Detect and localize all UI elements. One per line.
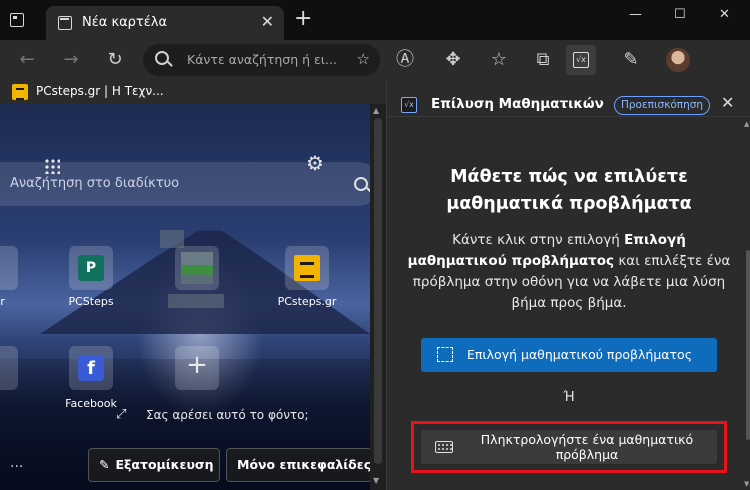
quick-link-tile[interactable]: [175, 246, 219, 290]
scroll-up-icon[interactable]: ▲: [373, 106, 379, 115]
scroll-thumb[interactable]: [374, 118, 382, 464]
selection-icon: [437, 347, 453, 362]
headings-only-label: Μόνο επικεφαλίδες: [237, 457, 372, 472]
pane-divider: [387, 116, 750, 117]
extensions-icon[interactable]: ✥: [440, 48, 466, 72]
facebook-icon: f: [78, 355, 104, 381]
web-capture-icon[interactable]: ✎: [618, 48, 644, 72]
address-input[interactable]: Κάντε αναζήτηση ή ει...: [187, 52, 347, 67]
preview-badge: Προεπισκόπηση: [614, 96, 711, 115]
quick-link-tile[interactable]: [0, 246, 18, 290]
search-icon: [155, 51, 169, 65]
pane-scroll-thumb[interactable]: [746, 250, 750, 440]
web-search-box[interactable]: Αναζήτηση στο διαδίκτυο: [0, 162, 380, 206]
new-tab-button[interactable]: +: [294, 8, 312, 30]
tab-title: Νέα καρτέλα: [82, 15, 168, 30]
pcsteps-logo-icon: [12, 84, 28, 100]
minimize-button[interactable]: —: [629, 7, 642, 22]
instructions-text-1: Κάντε κλικ στην επιλογή: [452, 232, 625, 248]
quick-link-label: PCSteps: [68, 295, 114, 308]
quick-link-label: PCsteps.gr: [277, 295, 337, 308]
toolbar: ← → ↻ Κάντε αναζήτηση ή ει... ☆ Ⓐ ✥ ☆ ⧉ …: [0, 40, 750, 80]
close-pane-button[interactable]: ✕: [721, 93, 734, 112]
math-solver-icon: √x: [401, 97, 417, 113]
quick-link-pcsteps-gr[interactable]: [285, 246, 329, 290]
scroll-up-icon[interactable]: ▲: [744, 120, 749, 128]
address-bar[interactable]: Κάντε αναζήτηση ή ει... ☆: [143, 44, 380, 76]
add-favorite-icon[interactable]: ☆: [357, 50, 370, 68]
pane-scrollbar[interactable]: ▲ ▼: [744, 120, 750, 490]
site-favicon: [181, 252, 213, 284]
close-window-button[interactable]: ✕: [719, 7, 730, 22]
headings-only-button[interactable]: Μόνο επικεφαλίδες: [226, 448, 372, 482]
pane-instructions: Κάντε κλικ στην επιλογή Επιλογή μαθηματι…: [403, 230, 735, 314]
customize-label: Εξατομίκευση: [115, 457, 214, 472]
plus-icon: +: [186, 350, 208, 380]
background-prompt-text: Σας αρέσει αυτό το φόντο;: [146, 408, 309, 422]
read-aloud-icon[interactable]: Ⓐ: [392, 48, 418, 72]
favorite-label: PCsteps.gr | Η Τεχν...: [36, 84, 164, 98]
math-solver-toolbar-button[interactable]: √x: [566, 45, 596, 75]
window-menu-icon[interactable]: [10, 13, 24, 27]
quick-link-label: gr: [0, 295, 5, 308]
tab-strip: Νέα καρτέλα ✕ + — ☐ ✕: [0, 0, 750, 40]
favorites-icon[interactable]: ☆: [486, 48, 512, 72]
pencil-icon: ✎: [99, 457, 110, 472]
web-search-input[interactable]: Αναζήτηση στο διαδίκτυο: [10, 176, 179, 191]
scroll-down-icon[interactable]: ▼: [744, 480, 749, 488]
background-prompt[interactable]: ⤢ Σας αρέσει αυτό το φόντο;: [116, 407, 309, 422]
refresh-button[interactable]: ↻: [102, 48, 128, 72]
new-tab-page: ⚙ Αναζήτηση στο διαδίκτυο gr P PCSteps P…: [0, 104, 386, 490]
search-icon[interactable]: [354, 177, 368, 191]
math-solver-icon: √x: [573, 52, 589, 68]
page-scrollbar[interactable]: ▲ ▼: [370, 104, 386, 490]
blurred-label: [168, 294, 224, 308]
back-button[interactable]: ←: [14, 48, 40, 72]
new-tab-page-icon: [58, 16, 72, 30]
pcsteps-logo-icon: [294, 255, 320, 281]
quick-link-pcsteps[interactable]: P: [69, 246, 113, 290]
or-separator: Ή: [563, 390, 575, 405]
profile-avatar[interactable]: [666, 48, 690, 72]
pane-title: Επίλυση Μαθηματικών: [431, 96, 604, 112]
add-quick-link-button[interactable]: +: [175, 346, 219, 390]
math-solver-pane: √x Επίλυση Μαθηματικών Προεπισκόπηση ✕ Μ…: [386, 80, 750, 490]
select-math-problem-button[interactable]: Επιλογή μαθηματικού προβλήματος: [421, 338, 717, 372]
collections-icon[interactable]: ⧉: [530, 48, 556, 72]
highlight-box: [411, 421, 727, 473]
pcsteps-p-icon: P: [78, 255, 104, 281]
pane-heading: Μάθετε πώς να επιλύετε μαθηματικά προβλή…: [446, 167, 692, 214]
quick-link-facebook[interactable]: f: [69, 346, 113, 390]
forward-button[interactable]: →: [58, 48, 84, 72]
scroll-down-icon[interactable]: ▼: [373, 476, 379, 485]
tab-close-button[interactable]: ✕: [261, 12, 274, 31]
select-math-problem-label: Επιλογή μαθηματικού προβλήματος: [467, 347, 693, 362]
expand-icon: ⤢: [116, 407, 127, 422]
maximize-button[interactable]: ☐: [674, 7, 686, 22]
blurred-area: [160, 230, 184, 248]
quick-link-tile[interactable]: [0, 346, 18, 390]
more-options-button[interactable]: ···: [10, 459, 23, 475]
customize-button[interactable]: ✎ Εξατομίκευση: [88, 448, 220, 482]
tab-new-tab[interactable]: Νέα καρτέλα ✕: [46, 6, 284, 40]
